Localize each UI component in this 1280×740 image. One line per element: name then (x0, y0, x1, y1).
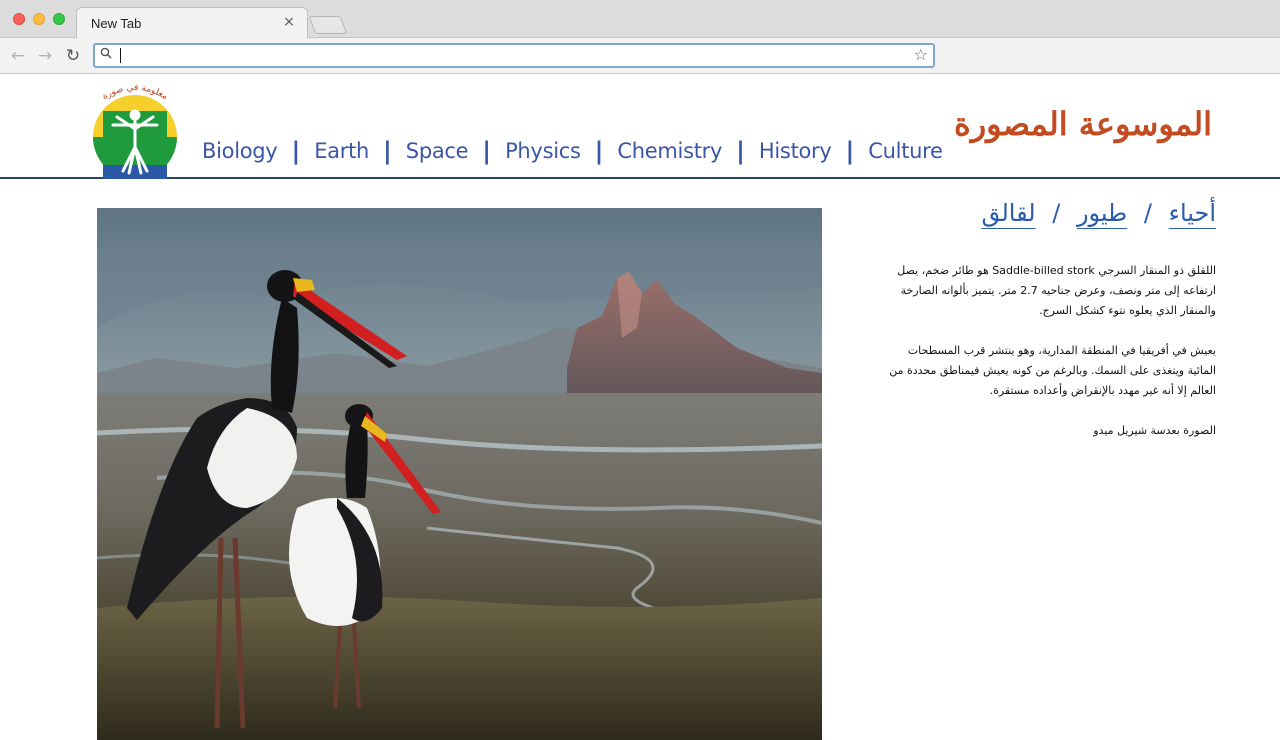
tab-title: New Tab (91, 16, 142, 31)
tab-close-icon[interactable]: × (281, 14, 297, 30)
address-input[interactable] (119, 46, 899, 65)
nav-separator: | (482, 137, 492, 165)
text-cursor (120, 48, 121, 63)
nav-link-space[interactable]: Space (406, 139, 469, 163)
breadcrumb: أحياء / طيور / لقالق (981, 199, 1216, 227)
window-maximize-button[interactable] (53, 13, 65, 25)
nav-link-biology[interactable]: Biology (202, 139, 278, 163)
article-paragraph-2: يعيش في أفريقيا في المنطقة المدارية، وهو… (889, 344, 1216, 397)
web-page: معلومة في صورة Biology | Earth | Space |… (0, 75, 1280, 740)
back-arrow-icon[interactable]: ← (7, 45, 29, 67)
breadcrumb-item-birds[interactable]: طيور (1077, 199, 1127, 227)
nav-link-physics[interactable]: Physics (505, 139, 581, 163)
breadcrumb-separator: / (1052, 199, 1061, 227)
article-body: اللقلق ذو المنقار السرجي Saddle-billed s… (886, 261, 1216, 461)
photo-credit: الصورة بعدسة شيريل ميدو (1093, 424, 1216, 437)
nav-separator: | (845, 137, 855, 165)
site-header: معلومة في صورة Biology | Earth | Space |… (0, 75, 1280, 179)
article-paragraph-1: اللقلق ذو المنقار السرجي Saddle-billed s… (897, 264, 1216, 317)
breadcrumb-item-living-things[interactable]: أحياء (1169, 199, 1216, 227)
nav-link-culture[interactable]: Culture (868, 139, 943, 163)
breadcrumb-item-storks[interactable]: لقالق (981, 199, 1035, 227)
bookmark-star-icon[interactable]: ☆ (914, 45, 928, 64)
forward-arrow-icon[interactable]: → (34, 45, 56, 67)
new-tab-button[interactable] (308, 16, 348, 34)
nav-link-chemistry[interactable]: Chemistry (617, 139, 722, 163)
browser-toolbar: ← → ↻ ☆ (0, 38, 1280, 74)
search-icon (100, 47, 112, 63)
nav-separator: | (594, 137, 604, 165)
nav-link-history[interactable]: History (759, 139, 832, 163)
window-minimize-button[interactable] (33, 13, 45, 25)
window-close-button[interactable] (13, 13, 25, 25)
nav-link-earth[interactable]: Earth (314, 139, 369, 163)
stork-photo (97, 208, 822, 740)
site-title[interactable]: الموسوعة المصورة (954, 105, 1212, 143)
reload-icon[interactable]: ↻ (62, 45, 84, 67)
browser-tab-active[interactable]: New Tab × (76, 7, 308, 39)
main-navigation: Biology | Earth | Space | Physics | Chem… (202, 137, 943, 165)
site-logo[interactable]: معلومة في صورة (89, 81, 181, 179)
address-bar[interactable]: ☆ (93, 43, 935, 68)
nav-separator: | (291, 137, 301, 165)
nav-separator: | (736, 137, 745, 165)
nav-separator: | (383, 137, 392, 165)
breadcrumb-separator: / (1143, 199, 1153, 227)
browser-titlebar: New Tab × (0, 0, 1280, 39)
